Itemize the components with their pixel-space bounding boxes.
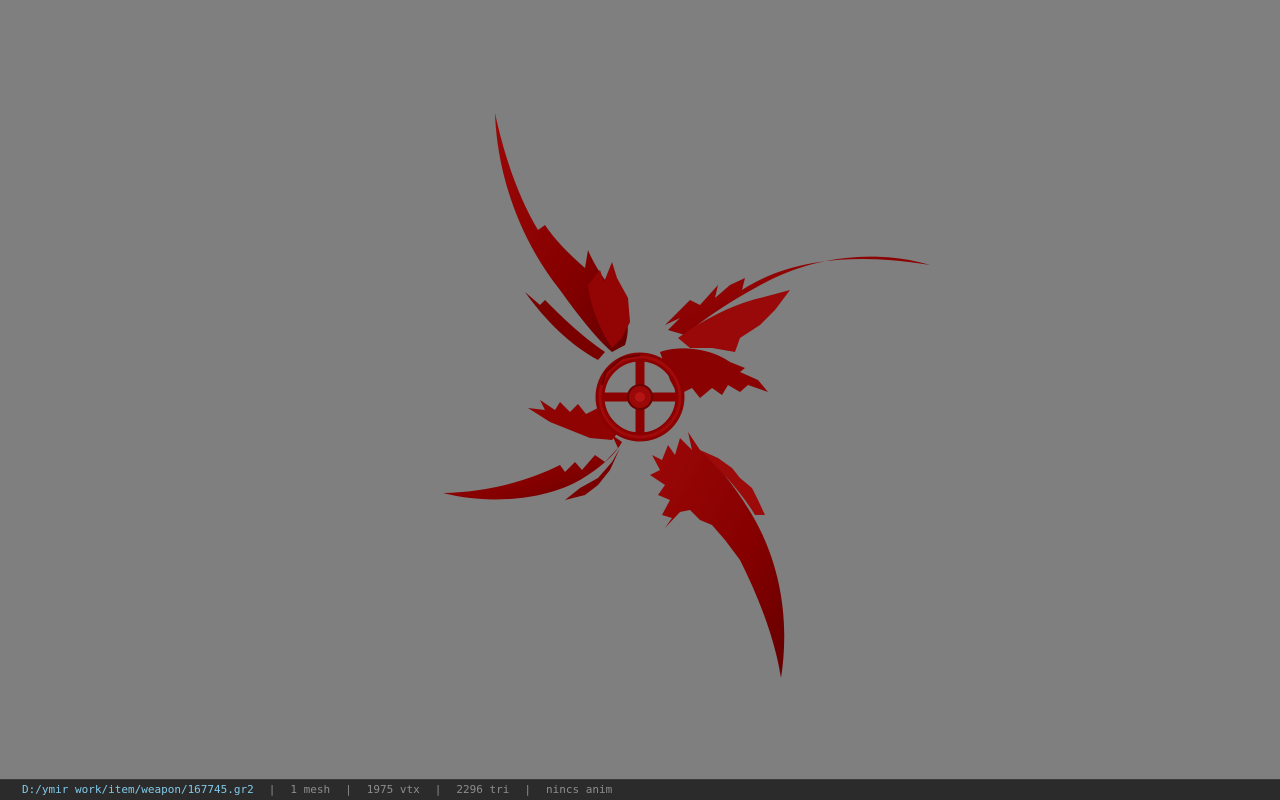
separator: | — [434, 783, 442, 796]
animation-status: nincs anim — [546, 783, 613, 796]
center-hub — [595, 352, 685, 442]
separator: | — [524, 783, 532, 796]
3d-viewport[interactable] — [0, 0, 1280, 779]
vertex-count: 1975 vtx — [366, 783, 420, 796]
triangle-count: 2296 tri — [456, 783, 510, 796]
model-render — [443, 113, 930, 678]
blade-upper-left — [495, 113, 630, 360]
blade-upper-right — [660, 256, 930, 398]
blade-lower-left — [443, 400, 622, 500]
separator: | — [345, 783, 352, 796]
status-bar: D:/ymir work/item/weapon/167745.gr2 | 1 me… — [0, 779, 1280, 800]
file-path: D:/ymir work/item/weapon/167745.gr2 — [22, 783, 254, 796]
blade-lower-right — [650, 432, 785, 678]
mesh-count: 1 mesh — [290, 783, 331, 796]
separator: | — [268, 783, 276, 796]
